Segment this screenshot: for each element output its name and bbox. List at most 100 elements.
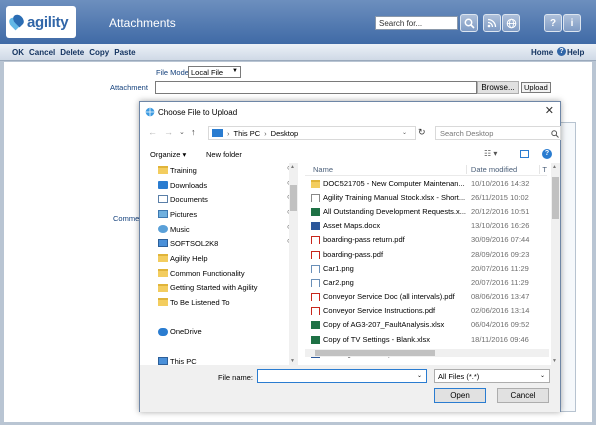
tree-item[interactable]: Pictures⚲ [150, 207, 298, 222]
new-folder-button[interactable]: New folder [206, 150, 242, 159]
breadcrumb-this-pc[interactable]: This PC [234, 129, 261, 138]
preview-pane-icon[interactable] [520, 150, 529, 158]
file-row[interactable]: boarding-pass.pdf 28/09/2016 09:23 [305, 247, 547, 261]
copy-link[interactable]: Copy [89, 48, 109, 57]
file-row[interactable]: Car2.png 20/07/2016 11:29 [305, 275, 547, 289]
view-options-icon[interactable]: ☷ ▾ [484, 149, 497, 158]
tree-item[interactable]: Music⚲ [150, 222, 298, 237]
up-arrow-icon[interactable]: ↑ [191, 127, 196, 137]
info-icon: i [570, 17, 574, 29]
recent-chevron-icon[interactable]: ⌄ [179, 128, 185, 136]
tree-item[interactable]: Documents⚲ [150, 192, 298, 207]
info-button[interactable]: i [563, 14, 581, 32]
file-row[interactable]: Agility Training Manual Stock.xlsx - Sho… [305, 190, 547, 204]
column-type[interactable]: T [539, 164, 547, 174]
tree-item-label: Downloads [170, 180, 208, 190]
delete-link[interactable]: Delete [60, 48, 84, 57]
open-button[interactable]: Open [434, 388, 486, 403]
help-icon[interactable]: ? [542, 149, 552, 159]
rss-button[interactable] [483, 14, 501, 32]
file-row[interactable]: Copy of AG3-207_FaultAnalysis.xlsx 06/04/… [305, 318, 547, 332]
attachment-label: Attachment [110, 83, 148, 92]
file-date: 20/07/2016 11:29 [471, 277, 529, 287]
ok-button[interactable]: OK [12, 48, 24, 57]
help-circle-icon[interactable]: ? [557, 47, 566, 56]
tree-item[interactable]: Training⚲ [150, 163, 298, 178]
horizontal-scrollbar[interactable] [305, 349, 549, 357]
file-date: 13/10/2016 16:26 [471, 221, 530, 231]
file-row[interactable]: Car1.png 20/07/2016 11:29 [305, 261, 547, 275]
image-file-icon [311, 278, 320, 287]
file-name-input[interactable] [257, 369, 427, 383]
address-bar[interactable]: › This PC › Desktop [208, 126, 416, 140]
refresh-icon[interactable]: ↻ [418, 127, 426, 138]
attachment-path-input[interactable] [155, 81, 477, 94]
column-name[interactable]: Name [305, 165, 466, 174]
back-arrow-icon[interactable]: ← [148, 127, 157, 137]
tree-item[interactable]: SOFTSOL2K8⚲ [150, 236, 298, 251]
globe-icon [506, 18, 516, 28]
file-row[interactable]: All Outstanding Development Requests.x..… [305, 204, 547, 218]
cancel-button[interactable]: Cancel [497, 388, 549, 403]
file-list-scrollbar[interactable]: ▲ ▼ [551, 163, 560, 365]
file-list-header: Name Date modified T [305, 163, 547, 176]
file-type-value: All Files (*.*) [438, 372, 480, 381]
cancel-link[interactable]: Cancel [29, 48, 55, 57]
documents-icon [158, 195, 168, 204]
help-link[interactable]: Help [567, 48, 584, 57]
pdf-file-icon [311, 293, 320, 302]
globe-button[interactable] [502, 14, 520, 32]
choose-file-dialog: Choose File to Upload ✕ ← → ⌄ ↑ › This P… [139, 101, 561, 412]
tree-item-label: Common Functionality [170, 268, 245, 278]
top-header: agility Attachments Search for... ? i [0, 0, 596, 44]
file-row[interactable]: Asset Maps.docx 13/10/2016 16:26 [305, 219, 547, 233]
file-row[interactable]: boarding-pass return.pdf 30/09/2016 07:44 [305, 233, 547, 247]
search-desktop-input[interactable]: Search Desktop [435, 126, 561, 140]
search-input[interactable]: Search for... [375, 16, 458, 30]
file-name: Conveyor Service Doc (all intervals).pdf [305, 292, 467, 302]
folder-icon [158, 298, 168, 307]
file-name-text: All Outstanding Development Requests.x..… [323, 206, 466, 216]
home-link[interactable]: Home [531, 48, 553, 57]
file-date: 20/12/2016 10:51 [471, 206, 530, 216]
file-row[interactable]: Conveyor Service Doc (all intervals).pdf… [305, 290, 547, 304]
help-question-button[interactable]: ? [544, 14, 562, 32]
tree-item[interactable]: Common Functionality [150, 266, 298, 281]
comments-label: Comme [113, 214, 140, 223]
folder-file-icon [311, 179, 320, 188]
file-type-select[interactable]: All Files (*.*) ⌄ [434, 369, 550, 383]
upload-button[interactable]: Upload [521, 82, 551, 93]
tree-item[interactable]: This PC [150, 354, 298, 365]
excel-file-icon [311, 321, 320, 330]
file-mode-select[interactable]: Local File ▼ [188, 66, 241, 78]
forward-arrow-icon[interactable]: → [164, 127, 173, 137]
file-name-dropdown-icon[interactable]: ⌄ [417, 372, 422, 379]
browse-button[interactable]: Browse... [477, 81, 519, 94]
tree-item-label: Agility Help [170, 253, 208, 263]
file-name: Car2.png [305, 278, 467, 287]
tree-scrollbar[interactable]: ▲ ▼ [289, 163, 298, 365]
tree-item[interactable]: Getting Started with Agility [150, 281, 298, 296]
file-mode-label: File Mode [156, 68, 189, 77]
paste-link[interactable]: Paste [114, 48, 135, 57]
monitor-icon [212, 129, 223, 137]
organize-button[interactable]: Organize ▾ [150, 150, 186, 159]
tree-item[interactable]: Downloads⚲ [150, 178, 298, 193]
folder-icon [158, 283, 168, 292]
tree-item[interactable]: To Be Listened To [150, 295, 298, 310]
close-icon[interactable]: ✕ [545, 104, 554, 117]
search-icon [551, 130, 559, 138]
column-date-modified[interactable]: Date modified [465, 164, 540, 174]
tree-item[interactable]: OneDrive [150, 325, 298, 340]
file-row[interactable]: Conveyor Service Instructions.pdf 02/06/2… [305, 304, 547, 318]
excel-file-icon [311, 207, 320, 216]
file-date: 06/04/2016 09:52 [471, 320, 530, 330]
file-row[interactable]: DOC521705 - New Computer Maintenan... 10/… [305, 176, 547, 190]
file-row[interactable]: Copy of TV Settings - Blank.xlsx 18/11/20… [305, 332, 547, 346]
tree-item[interactable]: Agility Help [150, 251, 298, 266]
file-date: 20/07/2016 11:29 [471, 263, 529, 273]
breadcrumb-desktop[interactable]: Desktop [271, 129, 299, 138]
address-dropdown-icon[interactable]: ⌄ [402, 129, 407, 136]
search-button[interactable] [460, 14, 478, 32]
folder-icon [158, 268, 168, 277]
